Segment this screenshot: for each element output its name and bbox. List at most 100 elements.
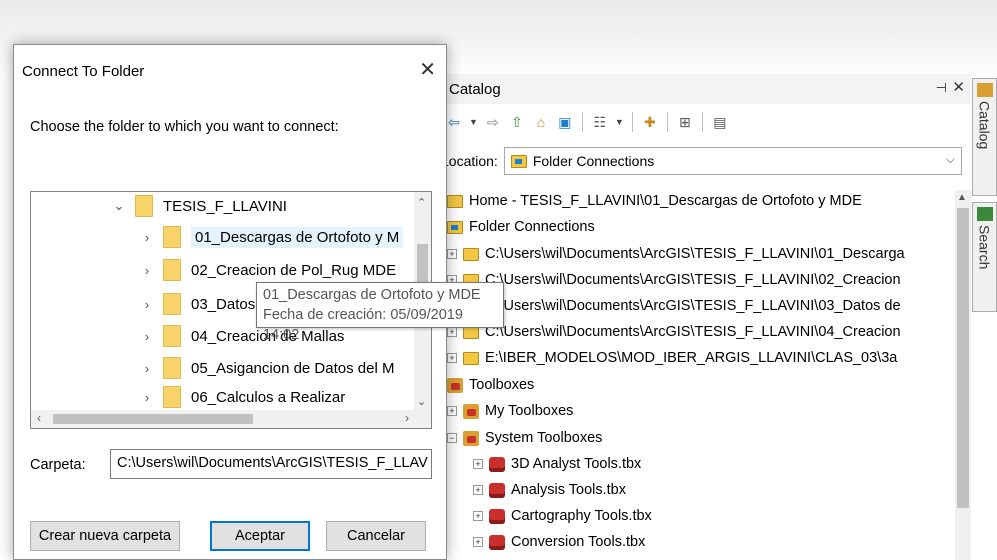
tree-item-system-toolboxes[interactable]: − System Toolboxes: [447, 427, 602, 449]
expand-icon[interactable]: +: [473, 485, 483, 495]
new-item-icon[interactable]: ✚: [641, 113, 659, 131]
side-dock: Catalog Search: [972, 78, 997, 328]
tree-item[interactable]: + E:\IBER_MODELOS\MOD_IBER_ARGIS_LLAVINI…: [447, 347, 897, 369]
expand-icon[interactable]: +: [473, 537, 483, 547]
expand-icon[interactable]: +: [447, 249, 457, 259]
metadata-icon[interactable]: ▤: [711, 113, 729, 131]
scroll-thumb[interactable]: [53, 414, 253, 424]
tree-item-label: Cartography Tools.tbx: [511, 508, 652, 524]
location-value: Folder Connections: [532, 153, 655, 169]
tree-item-label: Analysis Tools.tbx: [511, 482, 626, 498]
pin-icon[interactable]: ⊣: [936, 80, 947, 96]
view-options-icon[interactable]: ☷: [591, 113, 609, 131]
tree-item-toolboxes[interactable]: Toolboxes: [447, 374, 534, 396]
chevron-down-icon[interactable]: ⌵: [946, 152, 955, 167]
dialog-prompt: Choose the folder to which you want to c…: [30, 119, 339, 135]
tree-item-toolbox[interactable]: + 3D Analyst Tools.tbx: [473, 453, 641, 475]
dock-tab-catalog[interactable]: Catalog: [972, 78, 997, 196]
tree-item-label: C:\Users\wil\Documents\ArcGIS\TESIS_F_LL…: [485, 324, 901, 340]
dock-tab-search[interactable]: Search: [972, 202, 997, 312]
chevron-down-icon[interactable]: ⌄: [417, 395, 426, 408]
toolboxes-icon: [447, 377, 463, 393]
ok-button[interactable]: Aceptar: [210, 521, 310, 551]
folder-icon: [163, 226, 181, 248]
catalog-close-icon[interactable]: ✕: [952, 78, 965, 96]
back-dropdown-icon[interactable]: ▼: [469, 117, 478, 127]
close-icon[interactable]: ✕: [419, 57, 436, 82]
home-folder-icon: [447, 194, 463, 208]
folder-tree-item[interactable]: › 05_Asigancion de Datos del M: [141, 354, 394, 382]
folder-tree-item[interactable]: › 01_Descargas de Ortofoto y M: [141, 223, 404, 251]
toolbar-separator: [666, 112, 668, 132]
tree-item-label: My Toolboxes: [485, 403, 574, 419]
folder-tree-hscroll[interactable]: ‹ ›: [31, 410, 431, 428]
toolboxes-icon: [463, 403, 479, 419]
catalog-toolbar: ⇦ ▼ ⇨ ⇧ ⌂ ▣ ☷ ▼ ✚ ⊞ ▤: [441, 106, 971, 138]
tree-item-my-toolboxes[interactable]: + My Toolboxes: [447, 400, 573, 422]
tree-item-label: C:\Users\wil\Documents\ArcGIS\TESIS_F_LL…: [485, 246, 905, 262]
toolboxes-icon: [463, 430, 479, 446]
tree-item-folder-connections[interactable]: Folder Connections: [447, 216, 595, 238]
up-level-icon[interactable]: ⇧: [508, 113, 526, 131]
folder-label: 05_Asigancion de Datos del M: [191, 359, 395, 377]
folder-label: 01_Descargas de Ortofoto y M: [191, 226, 404, 248]
location-select[interactable]: Folder Connections ⌵: [503, 147, 962, 175]
home-icon[interactable]: ⌂: [532, 113, 550, 131]
chevron-right-icon[interactable]: ›: [141, 390, 153, 405]
expand-icon[interactable]: +: [447, 406, 457, 416]
folder-icon: [163, 386, 181, 408]
tree-item-toolbox[interactable]: + Analysis Tools.tbx: [473, 479, 626, 501]
tree-item-toolbox[interactable]: + Cartography Tools.tbx: [473, 505, 652, 527]
folder-path-input[interactable]: C:\Users\wil\Documents\ArcGIS\TESIS_F_LL…: [110, 449, 432, 479]
folder-path-label: Carpeta:: [30, 457, 86, 473]
forward-arrow-icon[interactable]: ⇨: [484, 113, 502, 131]
chevron-right-icon[interactable]: ›: [405, 411, 409, 425]
expand-icon[interactable]: +: [447, 353, 457, 363]
chevron-right-icon[interactable]: ›: [141, 263, 153, 278]
chevron-left-icon[interactable]: ‹: [37, 411, 41, 425]
cancel-button[interactable]: Cancelar: [326, 521, 426, 551]
tree-toggle-icon[interactable]: ⊞: [676, 113, 694, 131]
tree-item-label: C:\Users\wil\Documents\ArcGIS\TESIS_F_LL…: [485, 272, 901, 288]
tree-item-label: Folder Connections: [469, 219, 595, 235]
folder-icon: [463, 247, 479, 261]
tree-item[interactable]: + C:\Users\wil\Documents\ArcGIS\TESIS_F_…: [447, 321, 901, 343]
view-dropdown-icon[interactable]: ▼: [615, 117, 624, 127]
toolbox-icon: [489, 456, 505, 472]
connect-folder-icon[interactable]: ▣: [556, 113, 574, 131]
chevron-right-icon[interactable]: ›: [141, 230, 153, 245]
tree-item-label: E:\IBER_MODELOS\MOD_IBER_ARGIS_LLAVINI\C…: [485, 350, 898, 366]
dock-tab-label: Search: [976, 225, 993, 270]
chevron-down-icon[interactable]: ⌄: [113, 198, 125, 214]
tree-item-label: C:\Users\wil\Documents\ArcGIS\TESIS_F_LL…: [485, 298, 901, 314]
folder-icon: [163, 259, 181, 281]
toolbox-icon: [489, 508, 505, 524]
expand-icon[interactable]: +: [473, 511, 483, 521]
folder-tree-item[interactable]: ⌄ TESIS_F_LLAVINI: [113, 192, 287, 220]
folder-label: 06_Calculos a Realizar: [191, 388, 346, 406]
new-folder-button[interactable]: Crear nueva carpeta: [30, 521, 180, 551]
chevron-right-icon[interactable]: ›: [141, 361, 153, 376]
folder-tree-item[interactable]: › 06_Calculos a Realizar: [141, 386, 345, 408]
tree-item-home[interactable]: Home - TESIS_F_LLAVINI\01_Descargas de O…: [447, 190, 862, 212]
chevron-right-icon[interactable]: ›: [141, 329, 153, 344]
catalog-scrollbar[interactable]: ▲: [955, 190, 971, 560]
catalog-icon: [976, 83, 993, 97]
chevron-up-icon[interactable]: ⌃: [417, 196, 426, 209]
chevron-right-icon[interactable]: ›: [141, 297, 153, 312]
folder-icon: [163, 357, 181, 379]
tree-item-label: Toolboxes: [469, 377, 535, 393]
folder-icon: [163, 293, 181, 315]
tree-item[interactable]: + C:\Users\wil\Documents\ArcGIS\TESIS_F_…: [447, 269, 901, 291]
tree-item[interactable]: + C:\Users\wil\Documents\ArcGIS\TESIS_F_…: [447, 243, 905, 265]
scroll-thumb[interactable]: [957, 208, 969, 508]
scroll-up-icon[interactable]: ▲: [957, 192, 967, 203]
folder-tree-item[interactable]: › 02_Creacion de Pol_Rug MDE: [141, 256, 396, 284]
collapse-icon[interactable]: −: [447, 433, 457, 443]
tree-item[interactable]: + C:\Users\wil\Documents\ArcGIS\TESIS_F_…: [447, 295, 901, 317]
expand-icon[interactable]: +: [473, 459, 483, 469]
tree-item-label: 3D Analyst Tools.tbx: [511, 456, 642, 472]
folder-tree-item[interactable]: › 03_Datos: [141, 290, 255, 318]
back-arrow-icon[interactable]: ⇦: [445, 113, 463, 131]
tree-item-toolbox[interactable]: + Conversion Tools.tbx: [473, 531, 645, 553]
